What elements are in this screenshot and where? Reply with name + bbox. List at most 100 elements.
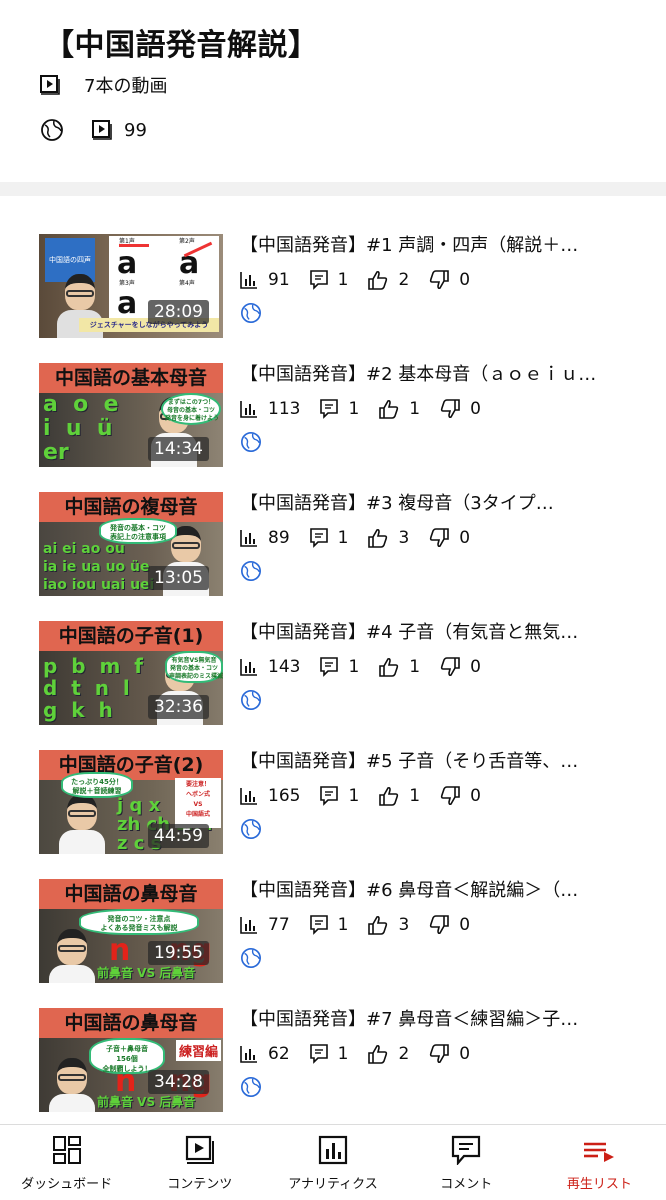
presenter-figure [49,1058,95,1112]
likes-count: 1 [409,657,421,677]
dislikes-stat: 0 [440,399,481,419]
thumbs-up-icon [379,786,399,806]
nav-playlists[interactable]: 再生リスト [533,1125,666,1200]
thumbs-down-icon [440,657,460,677]
comments-stat: 1 [309,270,349,290]
section-divider [0,182,666,196]
tone-label: 第3声 [119,280,135,287]
likes-stat: 1 [379,399,420,419]
views-count: 77 [268,915,290,935]
duration-badge: 13:05 [148,566,209,590]
video-thumbnail[interactable]: 中国語の複母音 ai ei ao ou ia ie ua uo üe iao i… [39,492,223,596]
views-stat: 77 [240,915,290,935]
thumb-caption: 前鼻音 VS 后鼻音 [97,966,196,980]
video-stats: 77 1 3 0 [240,913,640,937]
list-item[interactable]: 中国語の鼻母音 子音＋鼻母音 156個 全制覇しよう！ 練習編 n ng 前鼻音… [0,1008,666,1136]
thumbs-up-icon [379,399,399,419]
dislikes-stat: 0 [429,915,470,935]
video-stats: 165 1 1 0 [240,784,640,808]
list-item[interactable]: 中国語の鼻母音 発音のコツ・注意点 よくある発音ミスも解説 n ng 前鼻音 V… [0,879,666,1007]
video-thumbnail[interactable]: 中国語の子音(2) たっぷり45分！ 解説＋音読練習 j q x zh ch s… [39,750,223,854]
nav-analytics[interactable]: アナリティクス [266,1125,399,1200]
video-title[interactable]: 【中国語発音】#6 鼻母音＜解説編＞（… [240,879,632,903]
nav-label: コメント [440,1177,493,1192]
tone-letter: a [117,246,138,281]
video-title[interactable]: 【中国語発音】#4 子音（有気音と無気… [240,621,632,645]
thumbs-down-icon [430,915,450,935]
likes-count: 1 [409,786,421,806]
dislikes-stat: 0 [429,528,470,548]
comment-icon [320,657,339,677]
thumb-note: 要注意！ ヘボン式 VS 中国語式 [175,778,221,828]
list-item[interactable]: 中国語の基本母音 a o e i u ü er まずはこの7つ！ 母音の基本・コ… [0,363,666,491]
playlist-icon [584,1142,615,1162]
video-thumbnail[interactable]: 中国語の子音(1) p b m f d t n l g k h 有気音VS無気音… [39,621,223,725]
dislikes-count: 0 [470,657,481,677]
thumbs-up-icon [368,528,388,548]
video-title[interactable]: 【中国語発音】#3 複母音（3タイプ… [240,492,632,516]
video-info: 【中国語発音】#3 複母音（3タイプ… 89 1 3 0 [240,492,640,586]
video-info: 【中国語発音】#6 鼻母音＜解説編＞（… 77 1 3 0 [240,879,640,973]
likes-stat: 2 [368,1044,409,1064]
video-thumbnail[interactable]: 中国語の基本母音 a o e i u ü er まずはこの7つ！ 母音の基本・コ… [39,363,223,467]
thumbs-up-icon [379,657,399,677]
thumb-letters: ai ei ao ou ia ie ua uo üe iao iou uai u… [43,541,155,593]
views-stat: 113 [240,399,300,419]
globe-icon [241,690,261,710]
comments-count: 1 [348,399,360,419]
comments-stat: 1 [320,786,359,806]
thumbs-up-icon [368,1044,388,1064]
thumb-bubble: 有気音VS無気音 発音の基本・コツ 声調表記のミス撲滅 [165,651,223,683]
dislikes-count: 0 [470,786,481,806]
video-info: 【中国語発音】#7 鼻母音＜練習編＞子… 62 1 2 0 [240,1008,640,1102]
likes-stat: 1 [379,786,420,806]
views-stat: 165 [240,786,300,806]
play-box-icon [185,1135,214,1164]
likes-count: 3 [398,528,410,548]
thumb-title: 中国語の基本母音 [39,363,223,393]
list-item[interactable]: 中国語の子音(2) たっぷり45分！ 解説＋音読練習 j q x zh ch s… [0,750,666,878]
thumb-badge: 練習編 [175,1040,221,1061]
views-count: 113 [268,399,301,419]
thumbs-down-icon [430,270,450,290]
likes-stat: 2 [368,270,409,290]
video-title[interactable]: 【中国語発音】#7 鼻母音＜練習編＞子… [240,1008,632,1032]
comments-stat: 1 [309,1044,348,1064]
list-item[interactable]: 中国語の子音(1) p b m f d t n l g k h 有気音VS無気音… [0,621,666,749]
list-item[interactable]: 中国語の複母音 ai ei ao ou ia ie ua uo üe iao i… [0,492,666,620]
globe-icon [41,119,63,141]
nav-dashboard[interactable]: ダッシュボード [0,1125,133,1200]
comments-count: 1 [348,786,360,806]
comment-icon [452,1135,481,1165]
comments-count: 1 [337,270,349,290]
tone-stroke [119,244,149,247]
analytics-icon [318,1135,348,1165]
thumbs-down-icon [440,786,460,806]
video-stats: 113 1 1 0 [240,397,640,421]
thumb-letters: p b m f d t n l g k h [43,654,143,722]
thumbs-down-icon [430,528,450,548]
thumb-bubble: まずはこの7つ！ 母音の基本・コツ 発音を身に着けよう [161,393,221,425]
nav-comments[interactable]: コメント [400,1125,533,1200]
dashboard-icon [52,1136,81,1164]
likes-stat: 3 [368,528,409,548]
bottom-nav: ダッシュボード コンテンツ アナリティクス コメント 再生リスト [0,1124,666,1200]
video-title[interactable]: 【中国語発音】#1 声調・四声（解説＋… [240,234,632,258]
list-item[interactable]: 中国語の四声 a a a 第1声 第2声 第3声 第4声 ジェスチャーをしながら… [0,234,666,362]
video-title[interactable]: 【中国語発音】#5 子音（そり舌音等、… [240,750,632,774]
bar-chart-icon [240,272,257,289]
duration-badge: 34:28 [148,1070,209,1094]
video-stats: 62 1 2 0 [240,1042,640,1066]
video-thumbnail[interactable]: 中国語の鼻母音 発音のコツ・注意点 よくある発音ミスも解説 n ng 前鼻音 V… [39,879,223,983]
nav-label: コンテンツ [167,1177,233,1192]
nav-contents[interactable]: コンテンツ [133,1125,266,1200]
dislikes-stat: 0 [429,1044,470,1064]
video-info: 【中国語発音】#1 声調・四声（解説＋… 91 1 2 0 [240,234,640,328]
globe-icon [241,303,261,323]
video-thumbnail[interactable]: 中国語の四声 a a a 第1声 第2声 第3声 第4声 ジェスチャーをしながら… [39,234,223,338]
comment-icon [320,399,339,419]
video-title[interactable]: 【中国語発音】#2 基本母音（ａｏｅｉｕ… [240,363,632,387]
likes-count: 1 [409,399,421,419]
globe-icon [241,819,261,839]
video-thumbnail[interactable]: 中国語の鼻母音 子音＋鼻母音 156個 全制覇しよう！ 練習編 n ng 前鼻音… [39,1008,223,1112]
